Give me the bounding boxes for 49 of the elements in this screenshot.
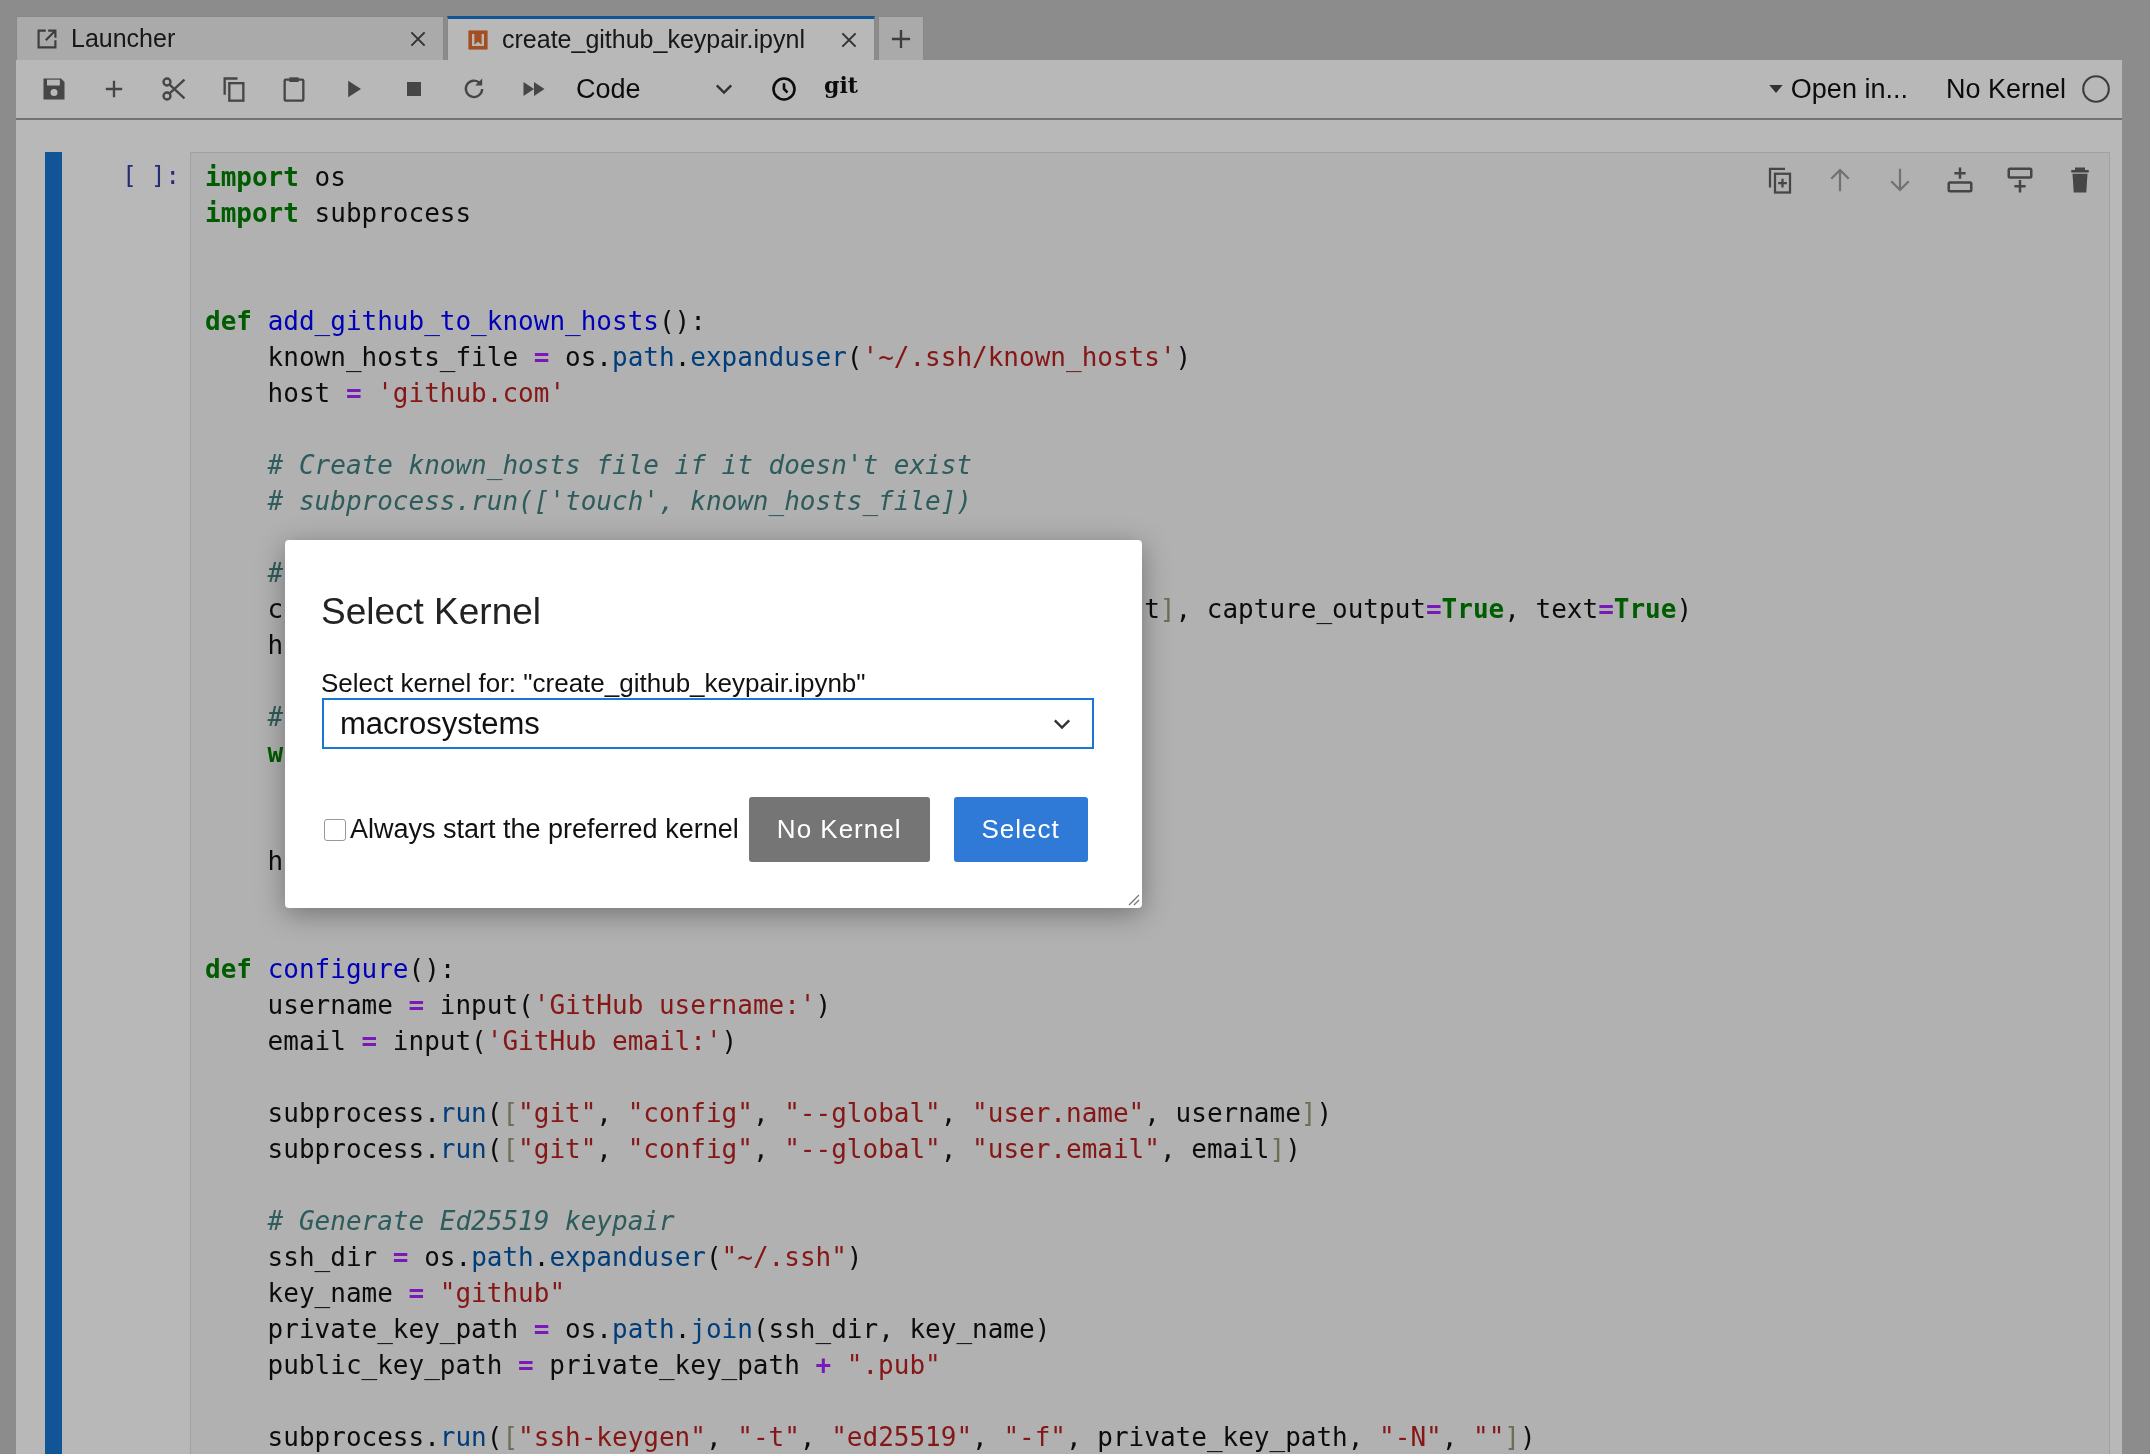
code-line: subprocess.run(["ssh-keygen", "-t", "ed25519", "-f", private_key_path, "-N", ""]) <box>267 1421 1536 1454</box>
notebook-icon <box>466 27 490 52</box>
code-fragment: h <box>267 846 284 876</box>
cell-type-dropdown[interactable]: Code <box>576 73 736 105</box>
code-fragment: # <box>267 702 284 732</box>
cut-icon[interactable] <box>160 75 188 103</box>
code-fragment: c <box>267 594 284 624</box>
select-button[interactable]: Select <box>953 797 1088 862</box>
code-line: def configure(): <box>205 953 456 986</box>
tab[interactable]: Launcher <box>16 16 444 60</box>
no-kernel-button[interactable]: No Kernel <box>748 797 930 862</box>
git-button[interactable]: git <box>824 72 858 98</box>
checkbox[interactable] <box>324 818 346 841</box>
code-line: public_key_path = private_key_path + ".pub" <box>267 1349 941 1382</box>
insert-below-icon[interactable] <box>2005 165 2035 195</box>
code-fragment: w <box>267 738 284 768</box>
clock-icon[interactable] <box>770 75 798 103</box>
code-fragment: h <box>267 630 284 660</box>
code-fragment: # <box>267 558 284 588</box>
insert-above-icon[interactable] <box>1945 165 1975 195</box>
input-prompt: [ ]: <box>121 161 181 192</box>
code-line: key_name = "github" <box>267 1277 566 1310</box>
kernel-name[interactable]: No Kernel <box>1945 73 2066 105</box>
code-line: private_key_path = os.path.join(ssh_dir, key_name) <box>267 1313 1051 1346</box>
dialog-label: Select kernel for: "create_github_keypair.ipynb" <box>321 668 867 698</box>
kernel-select[interactable]: macrosystems <box>322 698 1094 749</box>
code-line: import subprocess <box>205 197 472 230</box>
code-line: # Create known_hosts file if it doesn't exist <box>267 449 972 482</box>
new-tab-button[interactable] <box>878 16 924 60</box>
code-line: known_hosts_file = os.path.expanduser('~/.ssh/known_hosts') <box>267 341 1192 374</box>
code-line: subprocess.run(["git", "config", "--global", "user.email", email]) <box>267 1133 1301 1166</box>
tab[interactable]: create_github_keypair.ipynl <box>447 16 875 60</box>
code-line: ssh_dir = os.path.expanduser("~/.ssh") <box>267 1241 863 1274</box>
code-line: def add_github_to_known_hosts(): <box>205 305 706 338</box>
code-line: subprocess.run(["git", "config", "--global", "user.name", username]) <box>267 1097 1333 1130</box>
code-line: # Generate Ed25519 keypair <box>267 1205 675 1238</box>
dialog-title: Select Kernel <box>321 590 543 634</box>
code-line: email = input('GitHub email:') <box>267 1025 738 1058</box>
code-line: # subprocess.run(['touch', known_hosts_file]) <box>267 485 972 518</box>
resize-grip-icon[interactable] <box>1126 892 1140 906</box>
code-fragment: t], capture_output=True, text=True) <box>1144 593 1693 626</box>
code-line: username = input('GitHub username:') <box>267 989 832 1022</box>
cell-collapser[interactable] <box>45 152 62 1454</box>
code-line: import os <box>205 161 346 194</box>
code-line: host = 'github.com' <box>267 377 566 410</box>
kernel-status-icon <box>2080 73 2112 105</box>
caret-icon <box>1768 85 1783 93</box>
open-in-button[interactable]: Open in... <box>1768 73 1908 105</box>
checkbox-label[interactable]: Always start the preferred kernel <box>350 814 739 845</box>
